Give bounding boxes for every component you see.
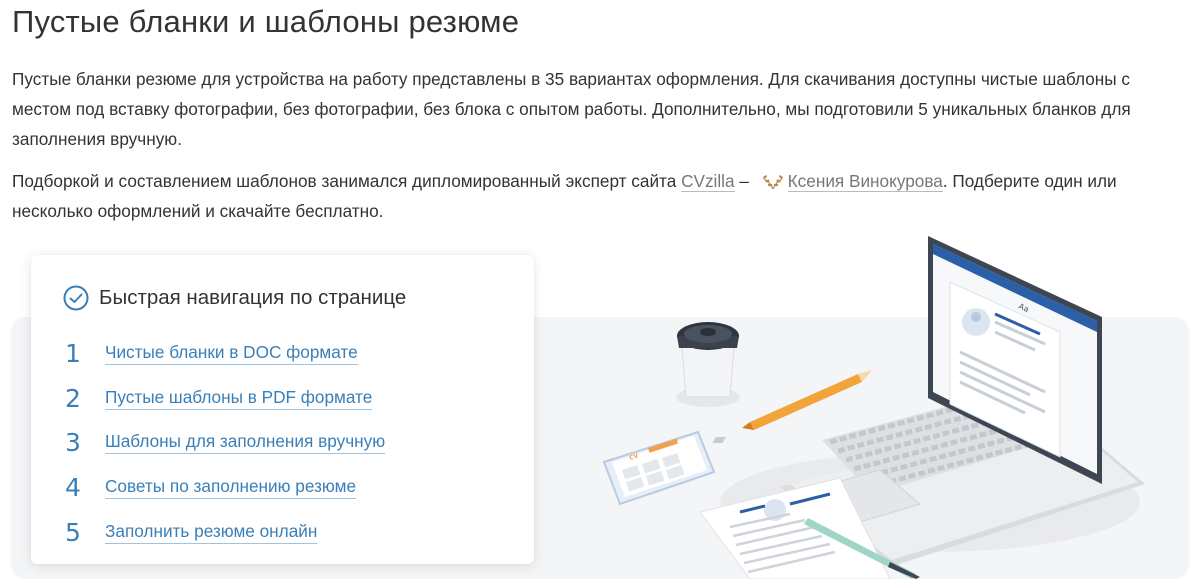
expert-link[interactable]: Ксения Винокурова [787,171,943,192]
nav-link-pdf-templates[interactable]: Пустые шаблоны в PDF формате [105,387,373,410]
page-title: Пустые бланки и шаблоны резюме [12,4,520,39]
nav-item-number: 4 [65,472,81,502]
nav-item: 2 Пустые шаблоны в PDF формате [65,376,385,421]
workspace-illustration: Aa CV [602,236,1145,579]
credit-prefix: Подборкой и составлением шаблонов занима… [12,171,682,191]
check-circle-icon [63,285,89,311]
intro-paragraph: Пустые бланки резюме для устройства на р… [12,69,1131,149]
quick-navigation-card: Быстрая навигация по странице 1 Чистые б… [31,255,534,564]
credit-dash: – [734,171,754,191]
credit-paragraph: Подборкой и составлением шаблонов занима… [12,166,1188,226]
laurel-icon [762,175,783,190]
nav-item: 1 Чистые бланки в DOC формате [65,331,385,376]
cvzilla-link[interactable]: CVzilla [681,171,735,192]
nav-list: 1 Чистые бланки в DOC формате 2 Пустые ш… [65,331,386,555]
nav-item-number: 2 [65,383,81,413]
nav-item-number: 3 [65,428,81,458]
nav-link-online-resume[interactable]: Заполнить резюме онлайн [105,521,318,544]
nav-link-tips[interactable]: Советы по заполнению резюме [105,476,356,499]
nav-item: 5 Заполнить резюме онлайн [65,510,385,555]
nav-title: Быстрая навигация по странице [99,286,407,309]
nav-item: 3 Шаблоны для заполнения вручную [65,420,386,465]
nav-item: 4 Советы по заполнению резюме [65,465,385,510]
nav-header: Быстрая навигация по странице [63,285,406,311]
nav-link-manual-templates[interactable]: Шаблоны для заполнения вручную [105,431,386,455]
nav-link-doc-blanks[interactable]: Чистые бланки в DOC формате [105,342,358,365]
nav-item-number: 1 [65,338,81,368]
nav-item-number: 5 [65,517,81,547]
